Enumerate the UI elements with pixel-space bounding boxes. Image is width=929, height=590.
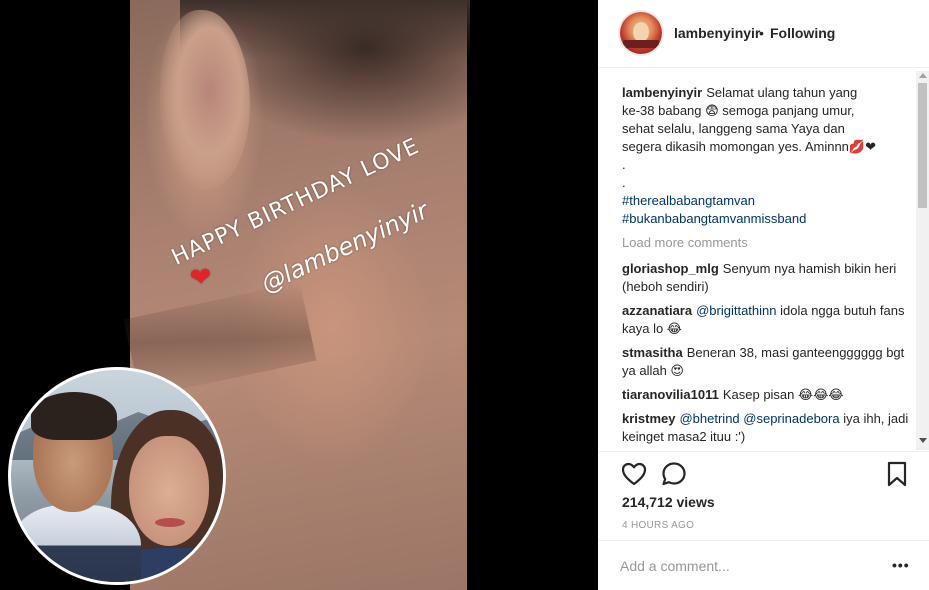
overlay-heart-icon: ❤ [188, 262, 214, 295]
scrollbar-thumb[interactable] [918, 83, 927, 208]
hashtag-link[interactable]: #bukanbabangtamvanmissband [622, 210, 912, 228]
following-button[interactable]: Following [770, 25, 835, 41]
caption: lambenyinyir Selamat ulang tahun yang ke-… [622, 84, 912, 228]
hashtag-link[interactable]: #therealbabangtamvan [622, 192, 912, 210]
bookmark-icon[interactable] [885, 460, 909, 488]
post-media[interactable]: HAPPY BIRTHDAY LOVE❤ @lambenyinyir [0, 0, 598, 590]
action-bar [598, 451, 929, 496]
header-username[interactable]: lambenyinyir [674, 25, 760, 41]
scroll-up-arrow-icon[interactable] [919, 73, 927, 78]
more-options-button[interactable]: ••• [892, 557, 910, 573]
comment-item: gloriashop_mlg Senyum nya hamish bikin he… [622, 260, 912, 296]
comment-username[interactable]: tiaranovilia1011 [622, 387, 719, 402]
heart-outline-icon[interactable] [620, 460, 648, 488]
comment-mention[interactable]: @bhetrind @seprinadebora [679, 411, 839, 426]
photo-woman-face [129, 436, 209, 546]
header-separator: • [759, 25, 764, 41]
caption-username[interactable]: lambenyinyir [622, 85, 702, 100]
photo-woman-lips [155, 518, 185, 527]
add-comment-input[interactable] [620, 555, 880, 577]
comments-scrollbar[interactable] [916, 71, 929, 450]
caption-dot: . [622, 175, 626, 190]
avatar-face [633, 22, 649, 42]
comment-username[interactable]: azzanatiara [622, 303, 692, 318]
caption-line: ke-38 babang 😨 semoga panjang umur, [622, 103, 855, 118]
load-more-comments-button[interactable]: Load more comments [622, 234, 912, 252]
comment-item: stmasitha Beneran 38, masi ganteengggggg … [622, 344, 912, 380]
add-comment-section: ••• [598, 540, 929, 590]
comment-item: azzanatiara @brigittathinn idola ngga but… [622, 302, 912, 338]
post-sidebar: lambenyinyir • Following lambenyinyir Sel… [598, 0, 929, 590]
caption-dot: . [622, 157, 626, 172]
speech-bubble-icon[interactable] [660, 460, 688, 488]
photo-man-hair [31, 392, 117, 440]
avatar-banner [623, 40, 659, 48]
avatar[interactable] [618, 10, 664, 56]
scroll-down-arrow-icon[interactable] [919, 438, 927, 443]
photo-man-body [11, 505, 141, 582]
comment-item: kristmey @bhetrind @seprinadebora iya ihh… [622, 410, 912, 446]
couple-photo-circle [8, 367, 226, 585]
avatar-image [620, 12, 662, 54]
caption-line: segera dikasih momongan yes. Aminnn💋❤ [622, 139, 876, 154]
post-header: lambenyinyir • Following [598, 0, 929, 68]
comment-text: Kasep pisan 😂😂😂 [722, 387, 844, 402]
caption-line: Selamat ulang tahun yang [706, 85, 858, 100]
comments-list[interactable]: lambenyinyir Selamat ulang tahun yang ke-… [622, 84, 912, 450]
comment-item: tiaranovilia1011 Kasep pisan 😂😂😂 [622, 386, 912, 404]
post-timestamp[interactable]: 4 HOURS AGO [622, 520, 694, 531]
comment-mention[interactable]: @brigittathinn [696, 303, 776, 318]
views-count[interactable]: 214,712 views [622, 494, 715, 510]
comment-username[interactable]: gloriashop_mlg [622, 261, 719, 276]
comment-username[interactable]: stmasitha [622, 345, 683, 360]
comment-username[interactable]: kristmey [622, 411, 675, 426]
caption-line: sehat selalu, langgeng sama Yaya dan [622, 121, 845, 136]
